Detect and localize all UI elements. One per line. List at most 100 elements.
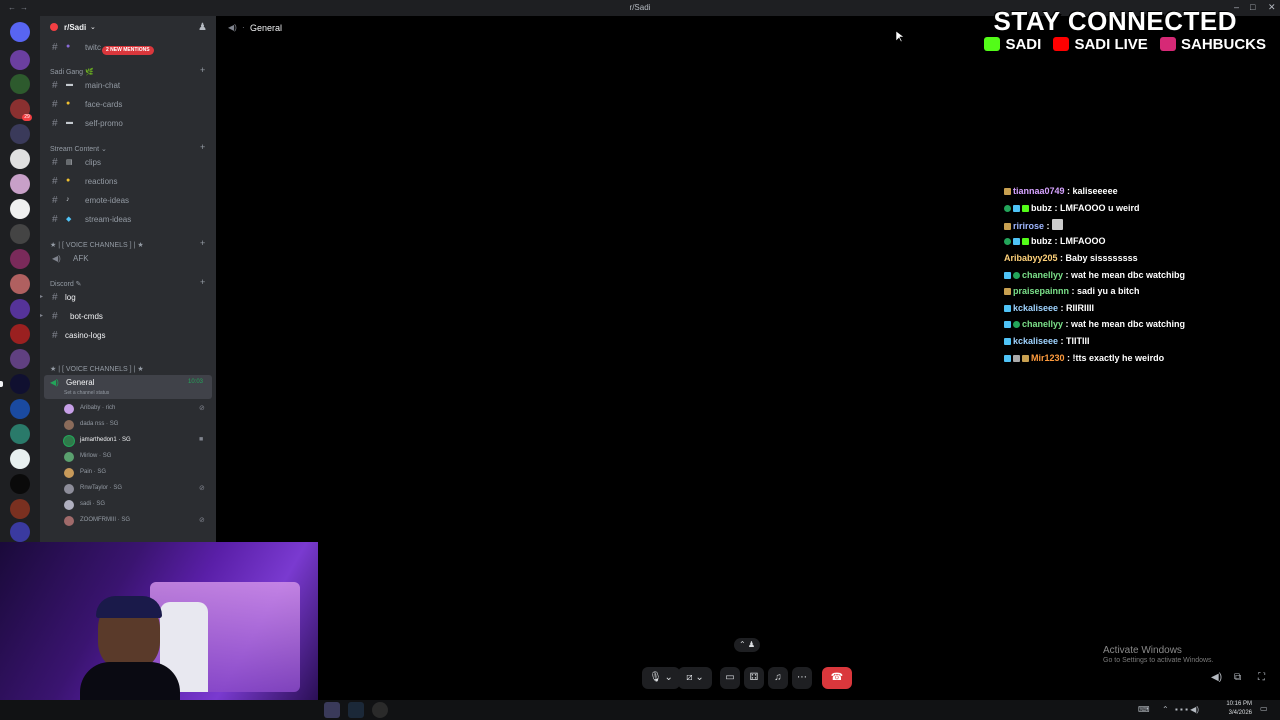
screen-share-button[interactable]: ▭ (720, 667, 740, 689)
server-icon[interactable] (10, 324, 30, 344)
channel-item[interactable]: # ● reactions (40, 174, 216, 190)
taskbar-time[interactable]: 10:16 PM (1218, 701, 1252, 707)
badge-icon (1004, 338, 1011, 345)
activities-button[interactable]: ⚃ (744, 667, 764, 689)
voice-user[interactable]: dada nss · SG (40, 417, 216, 433)
server-icon[interactable] (10, 224, 30, 244)
home-icon[interactable] (10, 22, 30, 42)
voice-user[interactable]: RnwTaylor · SG ⊘ (40, 481, 216, 497)
channel-item[interactable]: # casino-logs (40, 328, 216, 344)
avatar (64, 436, 74, 446)
deafen-icon: ⊘ (199, 517, 205, 524)
keyboard-icon[interactable]: ⌨ (1138, 705, 1150, 714)
channel-item[interactable]: # ♪ emote-ideas (40, 193, 216, 209)
server-icon[interactable] (10, 449, 30, 469)
disconnect-button[interactable]: ☎ (822, 667, 852, 689)
voice-channel-name: General (66, 378, 95, 387)
add-user-icon[interactable]: ♟ (198, 22, 207, 33)
plus-icon[interactable]: + (200, 142, 205, 152)
mentions-badge[interactable]: 2 NEW MENTIONS (102, 46, 154, 55)
server-icon[interactable] (10, 274, 30, 294)
hash-icon: # (52, 330, 58, 341)
badge-icon (1013, 238, 1020, 245)
voice-user-name: jamarthedon1 · SG (80, 437, 131, 443)
maximize-icon[interactable]: □ (1250, 2, 1255, 12)
channel-item[interactable]: # ▬ main-chat (40, 78, 216, 94)
server-icon[interactable] (10, 522, 30, 542)
soundboard-button[interactable]: ♫ (768, 667, 788, 689)
badge-icon (1004, 188, 1011, 195)
microphone-button[interactable]: 🎙 ⌄ (642, 667, 680, 689)
popout-icon[interactable]: ⧉ (1234, 672, 1241, 683)
call-timer: 10:03 (188, 379, 204, 385)
category-header[interactable]: Discord ✎ (50, 280, 82, 288)
hash-icon: # (52, 214, 58, 225)
voice-user[interactable]: Aribaby · rich ⊘ (40, 401, 216, 417)
hash-icon: # (52, 157, 58, 168)
hash-icon: # (52, 42, 58, 53)
server-icon[interactable] (10, 199, 30, 219)
avatar (64, 452, 74, 462)
more-options-button[interactable]: ⋯ (792, 667, 812, 689)
voice-channel-general[interactable]: ◀) General 10:03 Set a channel status (44, 375, 212, 399)
discord-taskbar-icon[interactable] (324, 702, 340, 718)
avatar (64, 500, 74, 510)
voice-user[interactable]: ZOOMFRMIII · SG ⊘ (40, 513, 216, 529)
show-participants-button[interactable]: ⌃ ♟ (734, 638, 760, 652)
voice-channel-item[interactable]: ◀) AFK (40, 251, 216, 267)
category-header[interactable]: ★ | [ VOICE CHANNELS ] | ★ (50, 241, 144, 249)
category-header[interactable]: Stream Content ⌄ (50, 145, 107, 153)
volume-icon[interactable]: ◀) (1211, 672, 1222, 683)
server-icon[interactable] (10, 299, 30, 319)
channel-status[interactable]: Set a channel status (64, 390, 109, 396)
plus-icon[interactable]: + (200, 65, 205, 75)
channel-name: log (65, 293, 76, 302)
fullscreen-icon[interactable]: ⛶ (1258, 672, 1265, 683)
verified-icon (1013, 272, 1020, 279)
cursor-icon (896, 31, 904, 43)
close-icon[interactable]: ✕ (1268, 2, 1276, 13)
voice-user[interactable]: Pain · SG (40, 465, 216, 481)
notification-icon[interactable]: ▭ (1260, 704, 1268, 713)
channel-item[interactable]: # ▤ clips (40, 155, 216, 171)
category-header[interactable]: ★ | [ VOICE CHANNELS ] | ★ (50, 365, 144, 373)
channel-item[interactable]: # ▬ self-promo (40, 116, 216, 132)
server-icon[interactable] (10, 349, 30, 369)
server-icon[interactable] (10, 249, 30, 269)
channel-item[interactable]: # ◆ stream-ideas (40, 212, 216, 228)
channel-item[interactable]: # ● face-cards (40, 97, 216, 113)
server-icon[interactable] (10, 50, 30, 70)
voice-user[interactable]: sadi · SG (40, 497, 216, 513)
server-header[interactable]: r/Sadi ⌄ ♟ (40, 20, 216, 36)
plus-icon[interactable]: + (200, 277, 205, 287)
server-icon[interactable] (10, 74, 30, 94)
server-rail: 29 (0, 16, 40, 542)
channel-name: stream-ideas (85, 215, 132, 224)
category-header[interactable]: Sadi Gang 🌿 (50, 68, 94, 76)
tray-chevron-icon[interactable]: ⌃ (1162, 705, 1169, 714)
channel-sidebar: r/Sadi ⌄ ♟ # ● twitc 2 NEW MENTIONS Sadi… (40, 16, 216, 542)
server-icon[interactable] (10, 149, 30, 169)
server-icon[interactable] (10, 499, 30, 519)
obs-taskbar-icon[interactable] (372, 702, 388, 718)
channel-name: casino-logs (65, 331, 106, 340)
plus-icon[interactable]: + (200, 238, 205, 248)
server-icon[interactable] (10, 374, 30, 394)
voice-user[interactable]: Mirlow · SG (40, 449, 216, 465)
server-icon[interactable] (10, 124, 30, 144)
server-icon[interactable] (10, 399, 30, 419)
server-icon[interactable] (10, 174, 30, 194)
tray-icons[interactable]: ▪ ▪ ▪ ◀) (1175, 705, 1199, 714)
channel-item[interactable]: ▸ # log (40, 290, 216, 306)
badge-icon (1004, 223, 1011, 230)
voice-user[interactable]: jamarthedon1 · SG ■ (40, 433, 216, 449)
server-icon[interactable] (10, 474, 30, 494)
camera-button[interactable]: ⧄ ⌄ (678, 667, 712, 689)
steam-taskbar-icon[interactable] (348, 702, 364, 718)
emote-icon: ♪ (66, 196, 70, 203)
chevron-down-icon: ⌄ (90, 24, 96, 31)
taskbar-date[interactable]: 3/4/2026 (1218, 710, 1252, 716)
server-icon[interactable] (10, 424, 30, 444)
channel-name: main-chat (85, 81, 121, 90)
channel-item[interactable]: ▸ # bot-cmds (40, 309, 216, 325)
